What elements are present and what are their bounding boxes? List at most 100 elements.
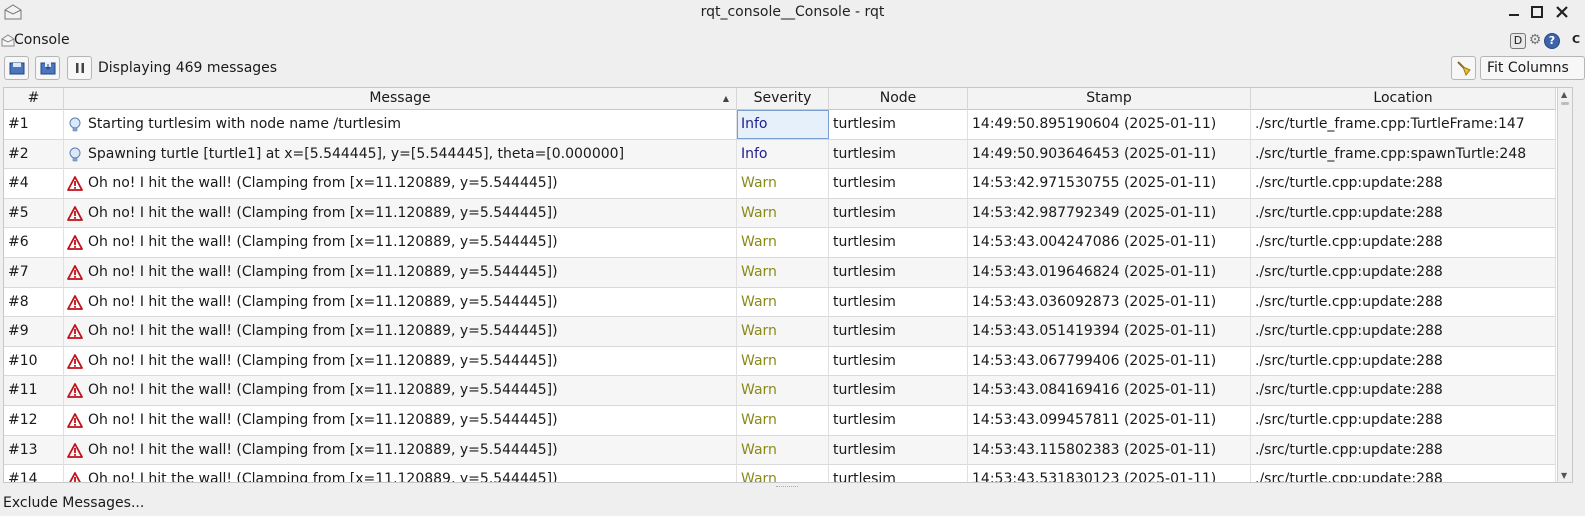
- maximize-icon[interactable]: [1528, 3, 1546, 21]
- cell-node[interactable]: turtlesim: [829, 198, 968, 228]
- cell-node[interactable]: turtlesim: [829, 317, 968, 347]
- cell-node[interactable]: turtlesim: [829, 169, 968, 199]
- cell-number[interactable]: #9: [4, 317, 64, 347]
- cell-location[interactable]: ./src/turtle.cpp:update:288: [1251, 435, 1556, 465]
- cell-number[interactable]: #10: [4, 346, 64, 376]
- cell-location[interactable]: ./src/turtle.cpp:update:288: [1251, 228, 1556, 258]
- open-button[interactable]: [4, 56, 29, 80]
- cell-stamp[interactable]: 14:49:50.895190604 (2025-01-11): [968, 110, 1251, 139]
- cell-number[interactable]: #14: [4, 465, 64, 482]
- cell-number[interactable]: #13: [4, 435, 64, 465]
- table-row[interactable]: #4 Oh no! I hit the wall! (Clamping from …: [4, 169, 1556, 199]
- table-row[interactable]: #1 Starting turtlesim with node name /tur…: [4, 110, 1556, 140]
- cell-node[interactable]: turtlesim: [829, 228, 968, 258]
- cell-stamp[interactable]: 14:53:42.971530755 (2025-01-11): [968, 169, 1251, 199]
- cell-node[interactable]: turtlesim: [829, 435, 968, 465]
- table-row[interactable]: #11 Oh no! I hit the wall! (Clamping from…: [4, 376, 1556, 406]
- cell-message[interactable]: Oh no! I hit the wall! (Clamping from [x…: [64, 406, 737, 435]
- save-button[interactable]: [35, 56, 60, 80]
- cell-location[interactable]: ./src/turtle.cpp:update:288: [1251, 258, 1556, 287]
- cell-message[interactable]: Oh no! I hit the wall! (Clamping from [x…: [64, 228, 737, 258]
- cell-location[interactable]: ./src/turtle.cpp:update:288: [1251, 465, 1556, 482]
- cell-node[interactable]: turtlesim: [829, 376, 968, 406]
- gear-icon[interactable]: ⚙: [1527, 33, 1543, 49]
- cell-severity[interactable]: Info: [737, 139, 829, 169]
- column-header-node[interactable]: Node: [829, 88, 968, 110]
- cell-number[interactable]: #8: [4, 287, 64, 317]
- cell-severity[interactable]: Warn: [737, 317, 829, 347]
- cell-number[interactable]: #11: [4, 376, 64, 406]
- scroll-up-icon[interactable]: ▲: [1561, 90, 1567, 99]
- cell-stamp[interactable]: 14:53:43.084169416 (2025-01-11): [968, 376, 1251, 406]
- cell-severity[interactable]: Warn: [737, 406, 829, 435]
- scroll-thumb[interactable]: [1561, 102, 1569, 105]
- cell-number[interactable]: #2: [4, 139, 64, 169]
- plugin-close-button[interactable]: C: [1567, 33, 1585, 49]
- cell-node[interactable]: turtlesim: [829, 406, 968, 435]
- table-row[interactable]: #7 Oh no! I hit the wall! (Clamping from …: [4, 258, 1556, 288]
- cell-location[interactable]: ./src/turtle_frame.cpp:spawnTurtle:248: [1251, 139, 1556, 169]
- cell-number[interactable]: #6: [4, 228, 64, 258]
- table-row[interactable]: #6 Oh no! I hit the wall! (Clamping from …: [4, 228, 1556, 258]
- splitter-handle[interactable]: [776, 486, 798, 489]
- table-row[interactable]: #13 Oh no! I hit the wall! (Clamping from…: [4, 435, 1556, 466]
- cell-severity[interactable]: Warn: [737, 287, 829, 317]
- column-header-message[interactable]: Message ▲: [64, 88, 737, 110]
- cell-node[interactable]: turtlesim: [829, 287, 968, 317]
- close-icon[interactable]: [1553, 3, 1571, 21]
- column-header-location[interactable]: Location: [1251, 88, 1556, 110]
- cell-message[interactable]: Oh no! I hit the wall! (Clamping from [x…: [64, 465, 737, 482]
- cell-stamp[interactable]: 14:53:43.004247086 (2025-01-11): [968, 228, 1251, 258]
- cell-message[interactable]: Oh no! I hit the wall! (Clamping from [x…: [64, 169, 737, 199]
- cell-message[interactable]: Oh no! I hit the wall! (Clamping from [x…: [64, 258, 737, 287]
- cell-message[interactable]: Oh no! I hit the wall! (Clamping from [x…: [64, 376, 737, 406]
- minimize-icon[interactable]: [1505, 3, 1523, 21]
- cell-severity[interactable]: Warn: [737, 465, 829, 482]
- cell-message[interactable]: Oh no! I hit the wall! (Clamping from [x…: [64, 287, 737, 317]
- cell-message[interactable]: Oh no! I hit the wall! (Clamping from [x…: [64, 317, 737, 347]
- cell-location[interactable]: ./src/turtle.cpp:update:288: [1251, 169, 1556, 199]
- table-row[interactable]: #12 Oh no! I hit the wall! (Clamping from…: [4, 406, 1556, 436]
- cell-number[interactable]: #5: [4, 198, 64, 228]
- cell-stamp[interactable]: 14:49:50.903646453 (2025-01-11): [968, 139, 1251, 169]
- cell-message[interactable]: Starting turtlesim with node name /turtl…: [64, 110, 737, 139]
- table-row[interactable]: #5 Oh no! I hit the wall! (Clamping from …: [4, 198, 1556, 229]
- cell-severity[interactable]: Warn: [737, 435, 829, 465]
- cell-stamp[interactable]: 14:53:43.115802383 (2025-01-11): [968, 435, 1251, 465]
- cell-stamp[interactable]: 14:53:43.531830123 (2025-01-11): [968, 465, 1251, 482]
- table-row[interactable]: #8 Oh no! I hit the wall! (Clamping from …: [4, 287, 1556, 318]
- cell-stamp[interactable]: 14:53:43.019646824 (2025-01-11): [968, 258, 1251, 287]
- cell-stamp[interactable]: 14:53:43.067799406 (2025-01-11): [968, 346, 1251, 376]
- cell-location[interactable]: ./src/turtle.cpp:update:288: [1251, 346, 1556, 376]
- vertical-scrollbar[interactable]: ▲ ▼: [1557, 88, 1572, 482]
- cell-message[interactable]: Oh no! I hit the wall! (Clamping from [x…: [64, 198, 737, 228]
- cell-severity[interactable]: Warn: [737, 228, 829, 258]
- table-row[interactable]: #9 Oh no! I hit the wall! (Clamping from …: [4, 317, 1556, 347]
- column-header-number[interactable]: #: [4, 88, 64, 110]
- cell-severity[interactable]: Warn: [737, 346, 829, 376]
- column-header-stamp[interactable]: Stamp: [968, 88, 1251, 110]
- column-header-severity[interactable]: Severity: [737, 88, 829, 110]
- cell-severity[interactable]: Warn: [737, 198, 829, 228]
- cell-stamp[interactable]: 14:53:42.987792349 (2025-01-11): [968, 198, 1251, 228]
- table-row[interactable]: #14 Oh no! I hit the wall! (Clamping from…: [4, 465, 1556, 482]
- cell-node[interactable]: turtlesim: [829, 258, 968, 287]
- cell-location[interactable]: ./src/turtle.cpp:update:288: [1251, 287, 1556, 317]
- cell-location[interactable]: ./src/turtle.cpp:update:288: [1251, 198, 1556, 228]
- dock-button[interactable]: D: [1510, 33, 1526, 49]
- cell-node[interactable]: turtlesim: [829, 110, 968, 139]
- cell-node[interactable]: turtlesim: [829, 465, 968, 482]
- cell-stamp[interactable]: 14:53:43.099457811 (2025-01-11): [968, 406, 1251, 435]
- cell-message[interactable]: Oh no! I hit the wall! (Clamping from [x…: [64, 435, 737, 465]
- fit-columns-button[interactable]: Fit Columns: [1480, 56, 1585, 80]
- cell-number[interactable]: #12: [4, 406, 64, 435]
- cell-location[interactable]: ./src/turtle_frame.cpp:TurtleFrame:147: [1251, 110, 1556, 139]
- cell-number[interactable]: #7: [4, 258, 64, 287]
- pause-button[interactable]: [67, 56, 92, 80]
- table-row[interactable]: #10 Oh no! I hit the wall! (Clamping from…: [4, 346, 1556, 377]
- table-row[interactable]: #2 Spawning turtle [turtle1] at x=[5.5444…: [4, 139, 1556, 170]
- cell-severity[interactable]: Warn: [737, 169, 829, 199]
- cell-location[interactable]: ./src/turtle.cpp:update:288: [1251, 376, 1556, 406]
- cell-severity[interactable]: Warn: [737, 376, 829, 406]
- cell-severity[interactable]: Warn: [737, 258, 829, 287]
